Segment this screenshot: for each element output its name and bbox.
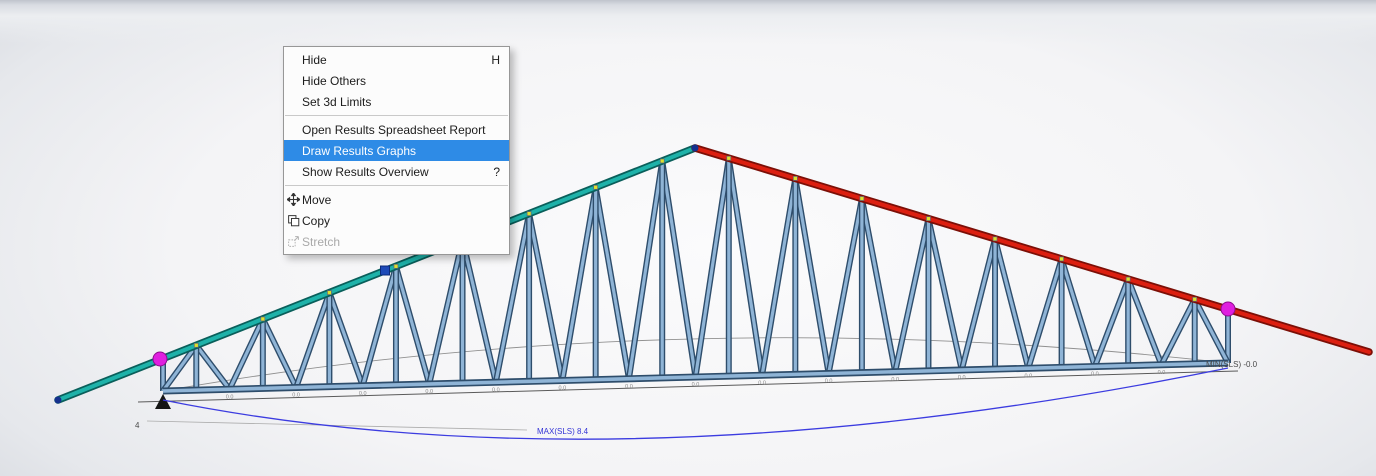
- svg-text:0.0: 0.0: [692, 382, 700, 388]
- menu-separator: [285, 115, 508, 116]
- svg-text:0.0: 0.0: [292, 393, 300, 399]
- svg-text:0.0: 0.0: [625, 384, 633, 390]
- menu-item-shortcut: ?: [475, 165, 500, 179]
- menu-item-show-results-overview[interactable]: Show Results Overview ?: [284, 161, 509, 182]
- menu-item-label: Stretch: [302, 235, 340, 249]
- copy-icon: [286, 213, 300, 228]
- menu-item-hide[interactable]: Hide H: [284, 49, 509, 70]
- icon-slot: [286, 164, 300, 179]
- move-icon: [286, 192, 300, 207]
- scale-line: [147, 421, 527, 430]
- menu-item-label: Draw Results Graphs: [302, 144, 416, 158]
- svg-text:0.0: 0.0: [1158, 370, 1166, 376]
- truss-scene[interactable]: MAX(SLS) 8.4 MIN(SLS) -0.0 4 0.0 0.0 0.0 0.…: [0, 0, 1376, 476]
- left-support-node[interactable]: [153, 352, 167, 366]
- min-sls-label: MIN(SLS) -0.0: [1206, 360, 1258, 369]
- svg-text:0.0: 0.0: [492, 387, 500, 393]
- stretch-icon: [286, 234, 300, 249]
- menu-item-label: Set 3d Limits: [302, 95, 371, 109]
- icon-slot: [286, 122, 300, 137]
- icon-slot: [286, 94, 300, 109]
- menu-separator: [285, 185, 508, 186]
- apex-node[interactable]: [692, 145, 699, 152]
- model-viewport[interactable]: MAX(SLS) 8.4 MIN(SLS) -0.0 4 0.0 0.0 0.0 0.…: [0, 0, 1376, 476]
- selected-grip-node[interactable]: [381, 266, 390, 275]
- svg-text:0.0: 0.0: [359, 391, 367, 397]
- menu-item-label: Hide: [302, 53, 327, 67]
- svg-text:0.0: 0.0: [758, 380, 766, 386]
- icon-slot: [286, 73, 300, 88]
- svg-text:0.0: 0.0: [559, 386, 567, 392]
- svg-text:0.0: 0.0: [891, 377, 899, 383]
- menu-item-label: Move: [302, 193, 331, 207]
- menu-item-label: Hide Others: [302, 74, 366, 88]
- right-support-node[interactable]: [1221, 302, 1235, 316]
- menu-item-label: Show Results Overview: [302, 165, 429, 179]
- svg-text:0.0: 0.0: [958, 375, 966, 381]
- svg-text:0.0: 0.0: [226, 394, 234, 400]
- menu-item-set-3d-limits[interactable]: Set 3d Limits: [284, 91, 509, 112]
- svg-text:0.0: 0.0: [425, 389, 433, 395]
- menu-item-shortcut: H: [473, 53, 500, 67]
- svg-text:0.0: 0.0: [1091, 372, 1099, 378]
- menu-item-copy[interactable]: Copy: [284, 210, 509, 231]
- menu-item-hide-others[interactable]: Hide Others: [284, 70, 509, 91]
- axis-value-label: 4: [135, 421, 140, 430]
- icon-slot: [286, 52, 300, 67]
- menu-item-stretch: Stretch: [284, 231, 509, 252]
- menu-item-open-results-spreadsheet-report[interactable]: Open Results Spreadsheet Report: [284, 119, 509, 140]
- icon-slot: [286, 143, 300, 158]
- menu-item-move[interactable]: Move: [284, 189, 509, 210]
- context-menu: Hide H Hide Others Set 3d Limits Open Re…: [283, 46, 510, 255]
- menu-item-label: Open Results Spreadsheet Report: [302, 123, 485, 137]
- max-sls-label: MAX(SLS) 8.4: [537, 427, 589, 436]
- menu-item-label: Copy: [302, 214, 330, 228]
- left-end-node[interactable]: [55, 397, 62, 404]
- svg-text:0.0: 0.0: [825, 379, 833, 385]
- menu-item-draw-results-graphs[interactable]: Draw Results Graphs: [284, 140, 509, 161]
- svg-text:0.0: 0.0: [1024, 373, 1032, 379]
